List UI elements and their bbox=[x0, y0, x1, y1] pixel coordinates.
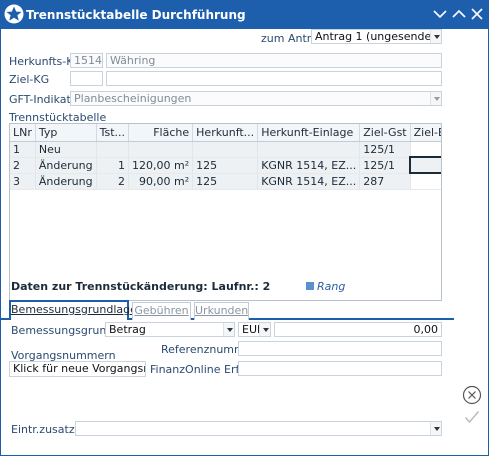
table-cell[interactable]: Änderung bbox=[35, 157, 97, 174]
column-header[interactable]: LNr bbox=[10, 124, 36, 142]
rang-legend: Rang bbox=[306, 280, 345, 293]
details-title: Daten zur Trennstückänderung: Laufnr.: 2 bbox=[11, 280, 271, 293]
maximize-button[interactable] bbox=[450, 5, 468, 23]
chevron-down-icon bbox=[430, 92, 441, 105]
column-header[interactable]: Fläche bbox=[128, 124, 194, 142]
column-header[interactable]: Tst... bbox=[96, 124, 130, 142]
chevron-up-icon bbox=[452, 9, 466, 18]
chevron-down-icon bbox=[430, 30, 441, 43]
table-cell[interactable] bbox=[410, 173, 441, 190]
finanzonline-field[interactable] bbox=[238, 361, 442, 376]
table-row[interactable]: 1 Neu 125/1 bbox=[10, 141, 441, 158]
table-cell[interactable]: 3 bbox=[10, 173, 36, 190]
selected-table-cell[interactable] bbox=[409, 156, 441, 174]
table-cell[interactable] bbox=[410, 141, 441, 158]
table-cell[interactable]: 2 bbox=[10, 157, 36, 174]
chevron-down-icon bbox=[223, 323, 234, 336]
table-cell[interactable] bbox=[128, 141, 194, 158]
table-row[interactable]: 3 Änderung 2 90,00 m² 125 KGNR 1514, EZ.… bbox=[10, 173, 441, 190]
app-logo-icon bbox=[4, 4, 24, 24]
table-cell[interactable] bbox=[96, 141, 130, 158]
table-cell[interactable] bbox=[192, 141, 259, 158]
tab-label: Bemessungsgrundlage bbox=[11, 303, 137, 316]
vorgangsnummer-field[interactable]: Klick für neue Vorgangsnr. bbox=[9, 361, 146, 377]
close-icon bbox=[471, 8, 483, 20]
column-header[interactable]: Ziel-Einlage bbox=[410, 124, 441, 142]
eintr-zusatz-select[interactable] bbox=[75, 421, 442, 436]
bemessung-type-value: Betrag bbox=[109, 323, 146, 336]
table-header-row: LNr Typ Tst... Fläche Herkunft... Herkun… bbox=[10, 124, 441, 142]
chevron-down-icon bbox=[259, 323, 270, 336]
referenznummer-field[interactable] bbox=[238, 341, 442, 356]
eintr-zusatz-label: Eintr.zusatz bbox=[11, 423, 75, 436]
rang-label: Rang bbox=[317, 280, 346, 293]
herkunfts-kg-code-field[interactable]: 1514 bbox=[70, 53, 103, 68]
table-cell[interactable]: KGNR 1514, EZ... bbox=[257, 157, 361, 174]
cancel-button[interactable] bbox=[462, 385, 482, 405]
bemessung-type-select[interactable]: Betrag bbox=[105, 322, 235, 337]
herkunfts-kg-name-field[interactable]: Währing bbox=[106, 53, 442, 68]
tab-label: Gebühren bbox=[134, 304, 189, 317]
window-title: Trennstücktabelle Durchführung bbox=[26, 8, 246, 22]
column-header[interactable]: Typ bbox=[35, 124, 97, 142]
column-header[interactable]: Herkunft-Einlage bbox=[257, 124, 361, 142]
table-cell[interactable]: 125/1 bbox=[359, 157, 411, 174]
table-cell[interactable]: 90,00 m² bbox=[128, 173, 194, 190]
column-header[interactable]: Herkunft... bbox=[192, 124, 259, 142]
table-cell[interactable]: 125 bbox=[192, 157, 259, 174]
antrag-select[interactable]: Antrag 1 (ungesendet, in Arbe bbox=[311, 29, 442, 44]
tab-gebuehren[interactable]: Gebühren bbox=[132, 302, 191, 320]
table-cell[interactable]: 287 bbox=[359, 173, 411, 190]
rang-color-swatch bbox=[306, 282, 314, 290]
amount-field[interactable]: 0,00 bbox=[274, 322, 442, 337]
currency-select[interactable]: EUR bbox=[238, 322, 271, 337]
table-cell[interactable]: 125/1 bbox=[359, 141, 411, 158]
table-cell[interactable]: 120,00 m² bbox=[128, 157, 194, 174]
tab-label: Urkunden bbox=[195, 304, 249, 317]
chevron-down-icon bbox=[433, 10, 447, 19]
minimize-button[interactable] bbox=[431, 5, 449, 23]
table-cell[interactable]: 1 bbox=[10, 141, 36, 158]
table-cell[interactable]: 2 bbox=[96, 173, 130, 190]
trennstueck-table[interactable]: LNr Typ Tst... Fläche Herkunft... Herkun… bbox=[9, 123, 442, 301]
table-cell[interactable]: KGNR 1514, EZ... bbox=[257, 173, 361, 190]
gft-indikator-value: Planbescheinigungen bbox=[74, 92, 192, 105]
confirm-check-button[interactable] bbox=[464, 410, 480, 424]
table-cell[interactable]: Neu bbox=[35, 141, 97, 158]
column-header[interactable]: Ziel-Gst bbox=[359, 124, 411, 142]
dialog-window: Trennstücktabelle Durchführung zum Antra… bbox=[0, 0, 489, 456]
chevron-down-icon bbox=[430, 422, 441, 435]
gft-indikator-select[interactable]: Planbescheinigungen bbox=[70, 91, 442, 106]
ziel-kg-code-field[interactable] bbox=[70, 71, 103, 86]
table-cell[interactable] bbox=[257, 141, 361, 158]
table-row[interactable]: 2 Änderung 1 120,00 m² 125 KGNR 1514, EZ… bbox=[10, 156, 441, 174]
ziel-kg-name-field[interactable] bbox=[106, 71, 442, 86]
tab-bar: Bemessungsgrundlage Gebühren Urkunden bbox=[1, 300, 454, 320]
content-area: zum Antrag Antrag 1 (ungesendet, in Arbe… bbox=[1, 29, 454, 455]
antrag-value: Antrag 1 (ungesendet, in Arbe bbox=[315, 30, 441, 43]
tab-bemessungsgrundlage[interactable]: Bemessungsgrundlage bbox=[9, 300, 137, 320]
table-cell[interactable]: Änderung bbox=[35, 173, 97, 190]
tab-urkunden[interactable]: Urkunden bbox=[194, 302, 249, 320]
close-button[interactable] bbox=[468, 5, 486, 23]
ziel-kg-label: Ziel-KG bbox=[9, 73, 50, 86]
table-cell[interactable]: 125 bbox=[192, 173, 259, 190]
title-bar: Trennstücktabelle Durchführung bbox=[1, 1, 488, 29]
table-cell[interactable]: 1 bbox=[96, 157, 130, 174]
